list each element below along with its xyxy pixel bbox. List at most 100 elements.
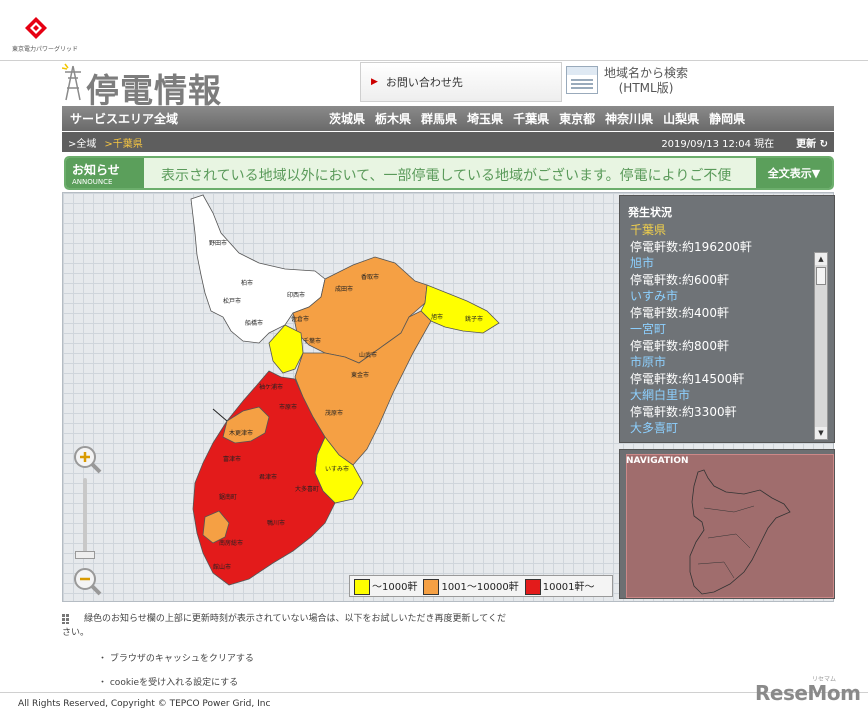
status-city[interactable]: いすみ市 xyxy=(630,288,816,305)
map-label-noda: 野田市 xyxy=(209,239,227,247)
legend-item-low: 〜1000軒 xyxy=(354,578,417,595)
company-logo[interactable]: 東京電力パワーグリッド xyxy=(12,16,78,56)
nav-pref-ibaraki[interactable]: 茨城県 xyxy=(324,110,370,127)
map-label-tateyama: 館山市 xyxy=(213,563,231,571)
announce-label: お知らせ xyxy=(72,163,120,177)
map-label-kimitsu: 君津市 xyxy=(259,473,277,481)
breadcrumb-current[interactable]: >千葉県 xyxy=(104,135,142,150)
show-full-text-button[interactable]: 全文表示▼ xyxy=(756,158,832,188)
navigation-panel[interactable]: NAVIGATION xyxy=(619,449,835,599)
area-search-label: 地域名から検索 (HTML版) xyxy=(604,66,688,96)
region-yellow-asahi xyxy=(420,284,500,334)
nav-pref-kanagawa[interactable]: 神奈川県 xyxy=(600,110,658,127)
nav-pref-yamanashi[interactable]: 山梨県 xyxy=(658,110,704,127)
map-label-kyonan: 鋸南町 xyxy=(219,493,237,501)
status-city-count: 停電軒数:約600軒 xyxy=(630,272,729,287)
map-label-tougane: 東金市 xyxy=(351,371,369,379)
region-yellow-center xyxy=(268,324,304,374)
status-city[interactable]: 市原市 xyxy=(630,354,816,371)
map-label-otaki: 大多喜町 xyxy=(295,485,319,493)
map-label-mobara: 茂原市 xyxy=(325,409,343,417)
chiba-map[interactable]: 野田市 柏市 松戸市 印西市 成田市 香取市 佐倉市 船橋市 千葉市 山武市 東… xyxy=(63,193,619,603)
zoom-out-icon[interactable] xyxy=(71,565,103,597)
prefecture-links: 茨城県 栃木県 群馬県 埼玉県 千葉県 東京都 神奈川県 山梨県 静岡県 xyxy=(324,110,750,127)
notice-line1: 緑色のお知らせ欄の上部に更新時刻が表示されていない場合は、以下をお試しいただき再… xyxy=(84,614,507,624)
nav-all-area[interactable]: サービスエリア全域 xyxy=(70,110,310,127)
status-city[interactable]: 旭市 xyxy=(630,255,816,272)
contact-label: お問い合わせ先 xyxy=(385,76,463,89)
map-label-isumi: いすみ市 xyxy=(325,465,349,473)
status-city-count: 停電軒数:約800軒 xyxy=(630,338,729,353)
map-label-matsudo: 松戸市 xyxy=(223,297,241,305)
status-prefecture[interactable]: 千葉県 xyxy=(630,222,816,239)
refresh-icon: ↻ xyxy=(819,138,828,150)
map-label-choshi: 銚子市 xyxy=(465,315,483,323)
bay-pointer-line xyxy=(212,408,228,422)
legend-item-mid: 1001〜10000軒 xyxy=(423,578,519,595)
nav-pref-tokyo[interactable]: 東京都 xyxy=(554,110,600,127)
contact-button[interactable]: ▶ お問い合わせ先 xyxy=(360,62,562,102)
announcement-bar: お知らせ ANNOUNCE 表示されている地域以外において、一部停電している地域… xyxy=(64,156,834,190)
map-label-narita: 成田市 xyxy=(335,285,353,293)
legend-item-high: 10001軒〜 xyxy=(524,578,595,595)
status-city[interactable]: 一宮町 xyxy=(630,321,816,338)
legend-label-mid: 1001〜10000軒 xyxy=(441,581,519,593)
map-label-sanmu: 山武市 xyxy=(359,351,377,359)
area-search-line1: 地域名から検索 xyxy=(604,66,689,80)
footer-divider xyxy=(0,692,868,693)
map-label-inzai: 印西市 xyxy=(287,291,305,299)
map-label-kashiwa: 柏市 xyxy=(241,279,253,287)
arrow-right-icon: ▶ xyxy=(371,77,378,87)
status-city-count: 停電軒数:約400軒 xyxy=(630,305,729,320)
map-label-kamogawa: 鴨川市 xyxy=(267,519,285,527)
scroll-thumb[interactable] xyxy=(816,267,826,285)
legend-label-high: 10001軒〜 xyxy=(542,581,595,593)
outage-map[interactable]: 野田市 柏市 松戸市 印西市 成田市 香取市 佐倉市 船橋市 千葉市 山武市 東… xyxy=(62,192,835,603)
update-timestamp: 2019/09/13 12:04 現在 xyxy=(661,138,775,150)
nav-pref-tochigi[interactable]: 栃木県 xyxy=(370,110,416,127)
area-navbar: サービスエリア全域 茨城県 栃木県 群馬県 埼玉県 千葉県 東京都 神奈川県 山… xyxy=(62,106,834,131)
refresh-button[interactable]: 更新 ↻ xyxy=(796,135,828,150)
nav-pref-saitama[interactable]: 埼玉県 xyxy=(462,110,508,127)
header-divider xyxy=(0,60,868,61)
area-search-line2: (HTML版) xyxy=(618,81,674,95)
scroll-up-icon[interactable]: ▲ xyxy=(815,253,827,265)
breadcrumb-root[interactable]: >全域 xyxy=(68,135,96,150)
nav-pref-gunma[interactable]: 群馬県 xyxy=(416,110,462,127)
announce-label-block: お知らせ ANNOUNCE xyxy=(66,158,144,188)
status-city[interactable]: 大網白里市 xyxy=(630,387,816,404)
map-label-minamiboso: 南房総市 xyxy=(219,539,243,547)
nav-pref-chiba[interactable]: 千葉県 xyxy=(508,110,554,127)
scroll-down-icon[interactable]: ▼ xyxy=(815,427,827,439)
area-search-link[interactable]: 地域名から検索 (HTML版) xyxy=(566,64,706,102)
map-label-katori: 香取市 xyxy=(361,273,379,281)
refresh-notice: 緑色のお知らせ欄の上部に更新時刻が表示されていない場合は、以下をお試しいただき再… xyxy=(62,612,562,640)
zoom-in-icon[interactable] xyxy=(71,443,103,475)
map-label-sakura: 佐倉市 xyxy=(291,315,309,323)
grid-bullet-icon xyxy=(62,614,69,624)
nav-pref-shizuoka[interactable]: 静岡県 xyxy=(704,110,750,127)
map-label-funabashi: 船橋市 xyxy=(245,319,263,327)
zoom-slider-handle[interactable] xyxy=(75,551,95,559)
status-city[interactable]: 大多喜町 xyxy=(630,420,816,436)
map-legend: 〜1000軒 1001〜10000軒 10001軒〜 xyxy=(349,575,613,597)
status-scrollbar[interactable]: ▲ ▼ xyxy=(814,252,828,440)
map-label-ichihara: 市原市 xyxy=(279,403,297,411)
page-title-block: 停電情報 xyxy=(62,62,302,110)
notice-bullet-cache: ・ ブラウザのキャッシュをクリアする xyxy=(98,654,254,664)
notice-line2: さい。 xyxy=(62,628,90,638)
company-name: 東京電力パワーグリッド xyxy=(12,46,79,53)
status-city-count: 停電軒数:約14500軒 xyxy=(630,371,745,386)
legend-swatch-orange xyxy=(423,578,440,595)
copyright: All Rights Reserved, Copyright © TEPCO P… xyxy=(18,699,271,709)
map-label-sodegaura: 袖ケ浦市 xyxy=(259,383,283,391)
status-list[interactable]: 千葉県 停電軒数:約196200軒 旭市 停電軒数:約600軒 いすみ市 停電軒… xyxy=(630,222,816,436)
zoom-slider-track[interactable] xyxy=(83,478,87,558)
legend-label-low: 〜1000軒 xyxy=(372,581,418,593)
navigation-title: NAVIGATION xyxy=(626,456,689,466)
outage-status-panel: 発生状況 千葉県 停電軒数:約196200軒 旭市 停電軒数:約600軒 いすみ… xyxy=(619,195,835,443)
status-title: 発生状況 xyxy=(628,206,672,219)
page-title: 停電情報 xyxy=(86,71,222,110)
breadcrumb: >全域 >千葉県 2019/09/13 12:04 現在 更新 ↻ xyxy=(62,132,834,152)
map-label-asahi: 旭市 xyxy=(431,313,443,321)
